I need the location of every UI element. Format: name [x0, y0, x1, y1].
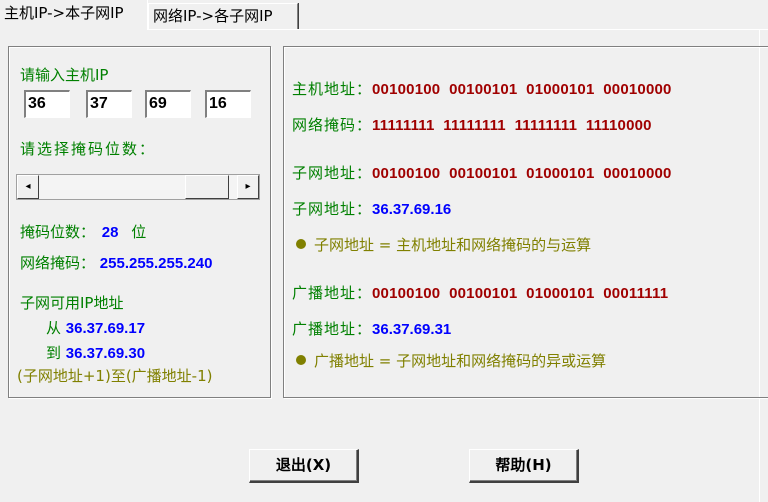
netmask-binary-row: 网络掩码：11111111 11111111 11111111 11110000 — [292, 114, 652, 135]
subnet-decimal-row: 子网地址：36.37.69.16 — [292, 198, 451, 219]
subnet-decimal: 36.37.69.16 — [372, 201, 452, 218]
ip-octet-3-input[interactable]: 69 — [145, 90, 191, 118]
mask-bits-row: 掩码位数： 28 位 — [20, 221, 146, 242]
bullet-icon — [296, 355, 306, 365]
subnet-note: 子网地址 = 主机地址和网络掩码的与运算 — [314, 236, 592, 254]
scroll-right-arrow-icon[interactable]: ▸ — [237, 175, 259, 199]
range-from-label: 从 — [46, 319, 62, 337]
tab-strip: 主机IP->本子网IP 网络IP->各子网IP — [0, 0, 768, 30]
host-address-binary-row: 主机地址：00100100 00100101 01000101 00010000 — [292, 78, 672, 99]
netmask-binary: 11111111 11111111 11111111 11110000 — [372, 117, 652, 134]
mask-bits-scrollbar[interactable]: ◂ ▸ — [16, 174, 260, 200]
exit-button[interactable]: 退出(X) — [249, 449, 359, 483]
host-ip-prompt: 请输入主机IP — [20, 66, 109, 84]
broadcast-decimal-label: 广播地址： — [292, 320, 373, 338]
range-from-value: 36.37.69.17 — [65, 320, 146, 337]
subnet-decimal-label: 子网地址： — [292, 200, 373, 218]
broadcast-decimal: 36.37.69.31 — [372, 321, 452, 338]
tab-divider — [148, 29, 768, 30]
ip-octet-4-input[interactable]: 16 — [205, 90, 251, 118]
broadcast-note-row: 广播地址 = 子网地址和网络掩码的异或运算 — [296, 350, 606, 371]
help-button[interactable]: 帮助(H) — [469, 449, 579, 483]
subnet-binary: 00100100 00100101 01000101 00010000 — [372, 165, 672, 182]
broadcast-note: 广播地址 = 子网地址和网络掩码的异或运算 — [314, 352, 607, 370]
netmask-binary-label: 网络掩码： — [292, 116, 373, 134]
bullet-icon — [296, 239, 306, 249]
subnet-note-row: 子网地址 = 主机地址和网络掩码的与运算 — [296, 234, 591, 255]
subnet-binary-label: 子网地址： — [292, 164, 373, 182]
tab-host-ip-to-subnet[interactable]: 主机IP->本子网IP — [0, 0, 148, 30]
host-address-binary: 00100100 00100101 01000101 00010000 — [372, 81, 672, 98]
range-to-value: 36.37.69.30 — [65, 345, 146, 362]
netmask-value: 255.255.255.240 — [99, 255, 213, 272]
broadcast-binary-label: 广播地址： — [292, 284, 373, 302]
mask-bits-value: 28 — [101, 224, 119, 241]
scroll-left-arrow-icon[interactable]: ◂ — [17, 175, 39, 199]
ip-octet-2-input[interactable]: 37 — [86, 90, 132, 118]
subnet-binary-row: 子网地址：00100100 00100101 01000101 00010000 — [292, 162, 672, 183]
mask-bits-label: 掩码位数： — [20, 223, 96, 241]
netmask-row: 网络掩码： 255.255.255.240 — [20, 252, 212, 273]
mask-bits-unit: 位 — [131, 223, 147, 241]
mask-bits-prompt: 请选择掩码位数： — [20, 140, 157, 158]
netmask-label: 网络掩码： — [20, 254, 96, 272]
tab-network-ip-to-subnets[interactable]: 网络IP->各子网IP — [148, 3, 298, 30]
range-to-row: 到 36.37.69.30 — [46, 342, 145, 363]
host-address-label: 主机地址： — [292, 80, 373, 98]
broadcast-binary-row: 广播地址：00100100 00100101 01000101 00011111 — [292, 282, 668, 303]
scrollbar-thumb[interactable] — [185, 175, 229, 199]
ip-octet-1-input[interactable]: 36 — [24, 90, 70, 118]
broadcast-decimal-row: 广播地址：36.37.69.31 — [292, 318, 451, 339]
range-from-row: 从 36.37.69.17 — [46, 317, 145, 338]
broadcast-binary: 00100100 00100101 01000101 00011111 — [372, 285, 669, 302]
usable-range-title: 子网可用IP地址 — [20, 294, 124, 312]
range-note: (子网地址+1)至(广播地址-1) — [17, 367, 213, 385]
range-to-label: 到 — [46, 344, 62, 362]
